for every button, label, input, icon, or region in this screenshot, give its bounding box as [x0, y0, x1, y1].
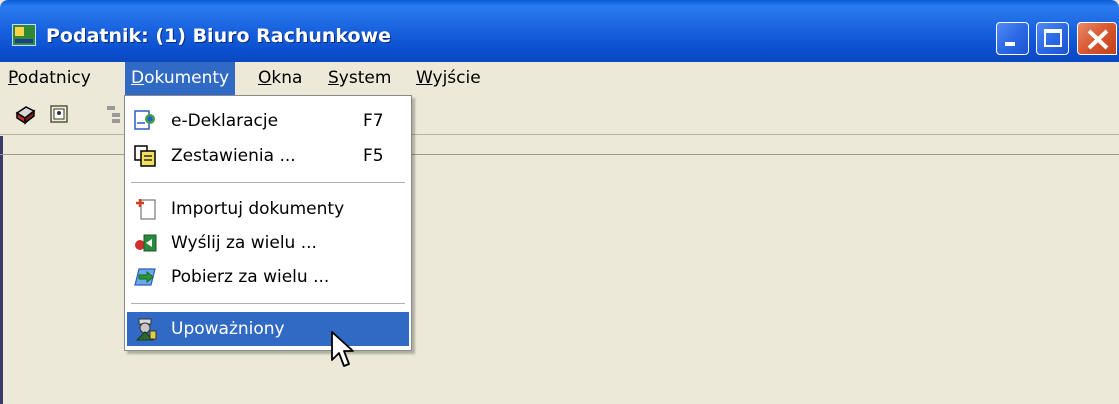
- menu-item-label: Importuj dokumenty: [171, 199, 345, 219]
- minimize-button[interactable]: [996, 22, 1029, 55]
- mouse-cursor-icon: [331, 331, 354, 367]
- menu-separator: [131, 182, 405, 184]
- menu-wyjscie[interactable]: Wyjście: [410, 62, 487, 95]
- menu-item-pobierz[interactable]: Pobierz za wielu ...: [127, 260, 409, 294]
- menu-item-label: Upoważniony: [171, 319, 285, 339]
- card-icon[interactable]: [48, 103, 70, 125]
- menu-system[interactable]: System: [322, 62, 397, 95]
- e-declaration-icon: [134, 110, 155, 130]
- menu-label: kna: [271, 68, 303, 88]
- import-document-icon: [136, 199, 156, 220]
- window-title: Podatnik: (1) Biuro Rachunkowe: [46, 25, 392, 47]
- menu-accelerator: O: [258, 68, 272, 88]
- tree-icon[interactable]: [104, 103, 126, 125]
- menu-label: okumenty: [144, 68, 230, 88]
- shortcut-label: F7: [363, 111, 384, 131]
- mdi-divider: [410, 154, 1119, 155]
- menu-okna[interactable]: Okna: [252, 62, 308, 95]
- menu-accelerator: P: [8, 68, 18, 88]
- app-icon[interactable]: [12, 24, 36, 46]
- title-bar[interactable]: Podatnik: (1) Biuro Rachunkowe: [0, 0, 1119, 62]
- menu-item-wyslij[interactable]: Wyślij za wielu ...: [127, 226, 409, 260]
- client-left-edge: [0, 136, 3, 404]
- menu-item-label: e-Deklaracje: [171, 111, 279, 131]
- menu-podatnicy[interactable]: Podatnicy: [2, 62, 97, 95]
- send-many-icon: [135, 234, 157, 252]
- menu-dokumenty[interactable]: Dokumenty: [125, 62, 236, 95]
- menu-label: odatnicy: [17, 68, 91, 88]
- menu-item-e-deklaracje[interactable]: e-Deklaracje F7: [127, 104, 409, 138]
- download-many-icon: [134, 268, 156, 286]
- dokumenty-dropdown: e-Deklaracje F7 Zestawienia ... F5 Impor…: [124, 95, 412, 351]
- menu-item-importuj[interactable]: Importuj dokumenty: [127, 192, 409, 226]
- shortcut-label: F5: [363, 146, 384, 166]
- menu-bar: Podatnicy Dokumenty Okna System Wyjście: [0, 62, 1119, 95]
- close-icon: [1087, 29, 1109, 50]
- menu-accelerator: W: [416, 68, 433, 88]
- maximize-button[interactable]: [1036, 22, 1069, 55]
- mdi-divider-left: [0, 154, 126, 155]
- menu-item-label: Wyślij za wielu ...: [171, 233, 317, 253]
- authorized-person-icon: [135, 318, 157, 341]
- menu-item-label: Pobierz za wielu ...: [171, 267, 330, 287]
- menu-label: yjście: [432, 68, 481, 88]
- maximize-icon: [1044, 29, 1062, 47]
- menu-label: ystem: [338, 68, 392, 88]
- minimize-icon: [1005, 42, 1015, 46]
- menu-item-label: Zestawienia ...: [171, 146, 296, 166]
- menu-item-upowazniony[interactable]: Upoważniony: [127, 312, 409, 346]
- menu-separator: [131, 303, 405, 305]
- documents-stack-icon: [134, 145, 156, 167]
- printer-icon[interactable]: [14, 103, 36, 125]
- menu-accelerator: S: [328, 68, 339, 88]
- close-button[interactable]: [1077, 22, 1117, 55]
- menu-item-zestawienia[interactable]: Zestawienia ... F5: [127, 139, 409, 173]
- menu-accelerator: D: [131, 68, 145, 88]
